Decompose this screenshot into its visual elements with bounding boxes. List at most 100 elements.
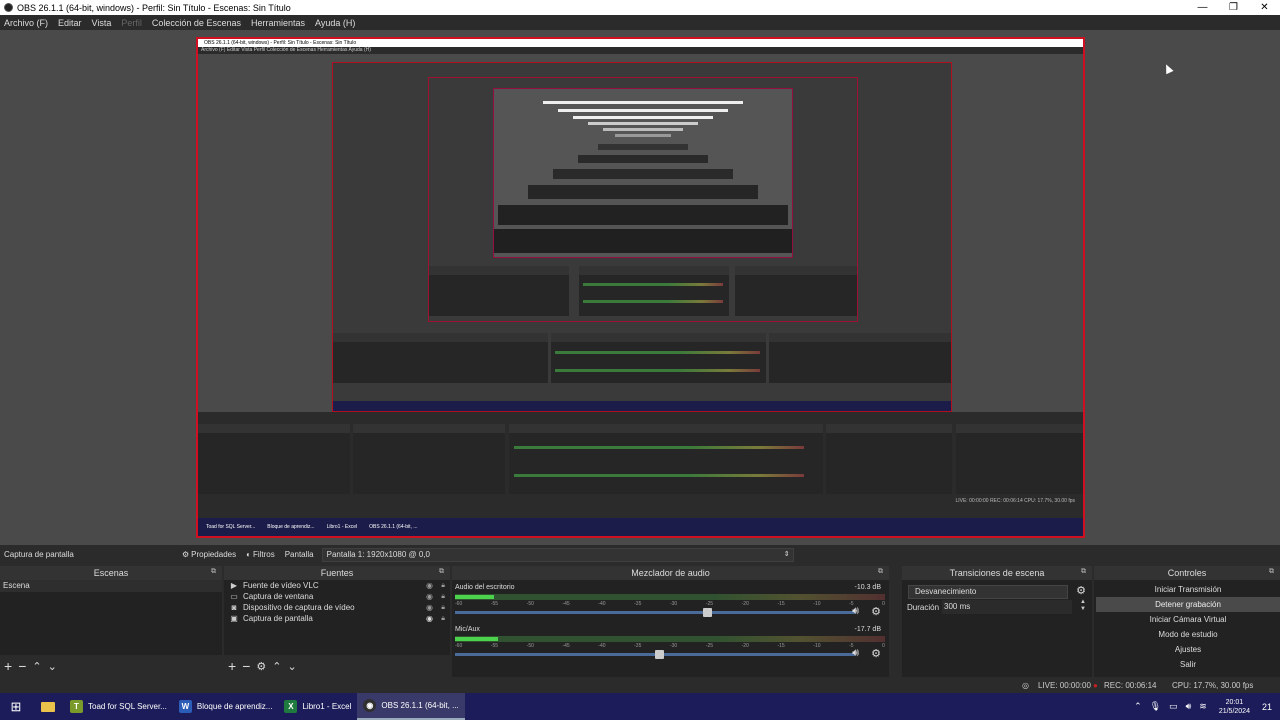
remove-icon[interactable]: −: [18, 658, 26, 674]
obs-app-icon: [4, 3, 13, 12]
display-select[interactable]: Pantalla 1: 1920x1080 @ 0,0 ⇕: [321, 547, 794, 562]
recursion-stripe: [578, 155, 708, 163]
volume-slider[interactable]: [455, 650, 855, 659]
chevron-up-icon[interactable]: ⌃: [1134, 701, 1142, 712]
visibility-eye-icon[interactable]: ◉: [426, 592, 433, 601]
gear-icon[interactable]: ⚙: [871, 605, 881, 618]
meter-tick-label: -35: [634, 643, 642, 649]
meter-tick-label: -60: [455, 643, 463, 649]
menu-vista[interactable]: Vista: [92, 18, 112, 28]
speaker-icon[interactable]: 🔊︎: [852, 647, 859, 660]
source-item[interactable]: ▣ Captura de pantalla ◉ 🔒︎: [224, 613, 450, 624]
wifi-icon[interactable]: ≋: [1199, 701, 1207, 712]
move-up-icon[interactable]: ⌃: [32, 660, 41, 673]
properties-button[interactable]: ⚙ Propiedades: [182, 550, 236, 559]
menu-ayuda[interactable]: Ayuda (H): [315, 18, 355, 28]
live-status: LIVE: 00:00:00: [1038, 681, 1091, 690]
file-explorer-icon[interactable]: [32, 693, 64, 720]
menu-coleccion-escenas[interactable]: Colección de Escenas: [152, 18, 241, 28]
preview-canvas[interactable]: OBS 26.1.1 (64-bit, windows) - Perfil: S…: [0, 30, 1280, 545]
nested-controls-panel: [956, 424, 1083, 494]
undock-icon[interactable]: ⧉: [878, 568, 883, 576]
start-virtual-camera-button[interactable]: Iniciar Cámara Virtual: [1096, 612, 1280, 627]
visibility-eye-icon[interactable]: ◉: [426, 614, 433, 623]
system-tray: ⌃ 🎙︎ ▭ 🔊︎ ≋ 20:01 21/5/2024 21: [1130, 693, 1280, 720]
undock-icon[interactable]: ⧉: [211, 568, 216, 576]
menu-editar[interactable]: Editar: [58, 18, 82, 28]
meter-tick-label: -10: [813, 601, 821, 607]
undock-icon[interactable]: ⧉: [439, 568, 444, 576]
duration-input[interactable]: 300 ms: [942, 600, 1072, 614]
source-item[interactable]: ▭ Captura de ventana ◉ 🔒︎: [224, 591, 450, 602]
recursion-stripe: [558, 109, 728, 112]
meter-tick-label: -25: [705, 601, 714, 607]
minimize-button[interactable]: —: [1187, 0, 1218, 15]
spinner-icon[interactable]: ▲ ▼: [1080, 599, 1086, 613]
taskbar-app[interactable]: X Libro1 - Excel: [278, 693, 357, 720]
controls-header: Controles ⧉: [1094, 566, 1280, 580]
add-icon[interactable]: +: [4, 658, 12, 674]
stop-recording-button[interactable]: Detener grabación: [1096, 597, 1280, 612]
source-label: Captura de pantalla: [243, 614, 313, 623]
exit-button[interactable]: Salir: [1096, 657, 1280, 672]
menu-herramientas[interactable]: Herramientas: [251, 18, 305, 28]
move-up-icon[interactable]: ⌃: [272, 660, 281, 673]
add-icon[interactable]: +: [228, 658, 236, 674]
scenes-header: Escenas ⧉: [0, 566, 222, 580]
battery-icon[interactable]: ▭: [1169, 701, 1178, 712]
meter-ticks: -60 -55 -50 -45 -40 -35 -30 -25 -20 -15 -10 -5 0: [455, 601, 885, 607]
taskbar-app[interactable]: T Toad for SQL Server...: [64, 693, 173, 720]
menu-perfil[interactable]: Perfil: [121, 18, 142, 28]
microphone-icon[interactable]: 🎙︎: [1150, 701, 1161, 712]
settings-button[interactable]: Ajustes: [1096, 642, 1280, 657]
studio-mode-button[interactable]: Modo de estudio: [1096, 627, 1280, 642]
meter-tick-label: -50: [526, 601, 534, 607]
nested-transitions-panel: [826, 424, 952, 494]
lock-icon[interactable]: 🔒︎: [441, 582, 445, 590]
undock-icon[interactable]: ⧉: [1269, 568, 1274, 576]
filters-button[interactable]: ◐ Filtros: [246, 550, 275, 559]
meter-tick-label: -45: [562, 643, 570, 649]
gear-icon[interactable]: ⚙: [871, 647, 881, 660]
restore-button[interactable]: ❐: [1218, 0, 1249, 15]
remove-icon[interactable]: −: [242, 658, 250, 674]
taskbar-app[interactable]: W Bloque de aprendiz...: [173, 693, 279, 720]
menu-archivo[interactable]: Archivo (F): [4, 18, 48, 28]
visibility-eye-icon[interactable]: ◉: [426, 581, 433, 590]
recursion-stripe: [603, 128, 683, 131]
close-button[interactable]: ✕: [1249, 0, 1280, 15]
clock-date: 21/5/2024: [1218, 707, 1250, 715]
start-streaming-button[interactable]: Iniciar Transmisión: [1096, 582, 1280, 597]
lock-icon[interactable]: 🔒︎: [441, 604, 445, 612]
windows-start-icon[interactable]: ⊞: [0, 693, 32, 720]
nested-task-obs: OBS 26.1.1 (64-bit, ...: [369, 524, 418, 530]
source-item[interactable]: ▶ Fuente de vídeo VLC ◉ 🔒︎: [224, 580, 450, 591]
move-down-icon[interactable]: ⌄: [48, 660, 57, 673]
lock-icon[interactable]: 🔒︎: [441, 593, 445, 601]
lock-icon[interactable]: 🔒︎: [441, 615, 445, 623]
gear-icon[interactable]: ⚙: [1076, 584, 1086, 597]
clock[interactable]: 20:01 21/5/2024: [1219, 698, 1250, 716]
move-down-icon[interactable]: ⌄: [287, 660, 296, 673]
nested-meter: [514, 446, 804, 449]
volume-icon[interactable]: 🔊︎: [1186, 701, 1192, 712]
slider-knob[interactable]: [655, 650, 664, 659]
undock-icon[interactable]: ⧉: [1081, 568, 1086, 576]
source-item[interactable]: ◙ Dispositivo de captura de vídeo ◉ 🔒︎: [224, 602, 450, 613]
scenes-title: Escenas: [93, 568, 129, 578]
slider-knob[interactable]: [703, 608, 712, 617]
controls-dock: Controles ⧉ Iniciar Transmisión Detener …: [1094, 566, 1280, 677]
scene-item[interactable]: Escena: [0, 580, 222, 592]
gear-icon[interactable]: ⚙: [256, 660, 266, 673]
transition-select[interactable]: Desvanecimiento: [908, 585, 1068, 599]
mini-taskbar: [333, 401, 951, 411]
duration-label: Duración: [907, 603, 940, 612]
volume-slider[interactable]: [455, 608, 855, 617]
visibility-eye-icon[interactable]: ◉: [426, 603, 433, 612]
mini-meter: [583, 300, 723, 303]
mini-scenes-panel: [333, 333, 548, 383]
notifications-icon[interactable]: 21: [1262, 702, 1272, 712]
menu-bar: Archivo (F) Editar Vista Perfil Colecció…: [0, 15, 1280, 30]
taskbar-app[interactable]: ◉ OBS 26.1.1 (64-bit, ...: [357, 693, 465, 720]
speaker-icon[interactable]: 🔊︎: [852, 605, 859, 618]
